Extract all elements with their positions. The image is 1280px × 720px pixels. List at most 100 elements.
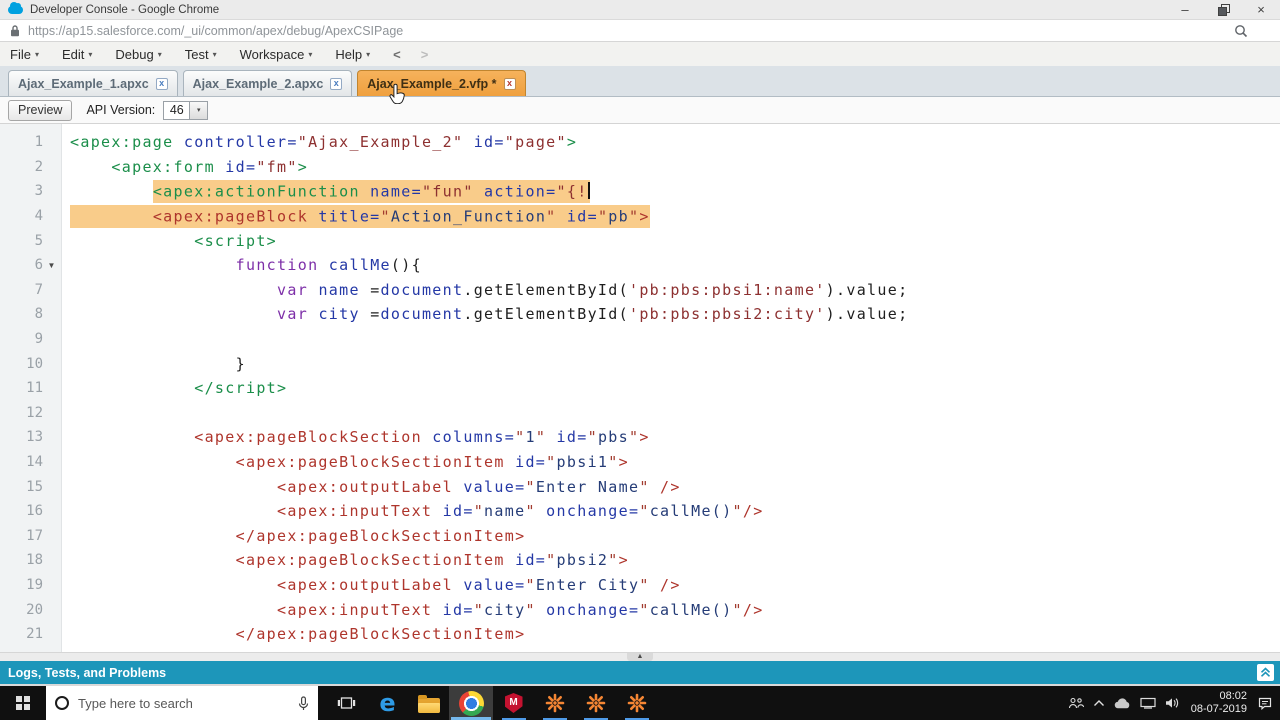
code-token: "	[473, 600, 485, 619]
code-token: document	[380, 280, 464, 299]
code-line[interactable]: 17 </apex:pageBlockSectionItem>	[0, 524, 1280, 549]
code-line[interactable]: 6 ▼ function callMe(){	[0, 253, 1280, 278]
file-explorer-button[interactable]	[408, 686, 449, 720]
microphone-icon[interactable]	[298, 695, 309, 711]
code-text: var name =document.getElementById('pb:pb…	[70, 281, 908, 299]
line-number: 20	[26, 601, 43, 618]
code-text: <apex:form id="fm">	[70, 158, 308, 176]
app-orange-1-button[interactable]	[534, 686, 575, 720]
code-token: <apex:actionFunction	[152, 182, 360, 201]
code-token: >	[639, 207, 650, 226]
search-input[interactable]	[78, 695, 289, 711]
tab-close-icon[interactable]: x	[503, 77, 516, 90]
code-line[interactable]: 5 <script>	[0, 228, 1280, 253]
code-line[interactable]: 8 var city =document.getElementById('pb:…	[0, 302, 1280, 327]
code-token: />	[742, 502, 764, 521]
code-token: "	[525, 600, 536, 619]
splitter-handle-icon[interactable]: ▲	[627, 653, 653, 661]
menu-file[interactable]: File ▾	[10, 47, 39, 62]
menu-help[interactable]: Help ▾	[335, 47, 370, 62]
code-line[interactable]: 15 <apex:outputLabel value="Enter Name" …	[0, 474, 1280, 499]
menu-label: File	[10, 46, 31, 62]
lock-icon[interactable]	[10, 24, 20, 37]
menu-debug[interactable]: Debug ▾	[115, 47, 161, 62]
api-version-select[interactable]: 46 ▾	[163, 100, 209, 120]
menu-test[interactable]: Test ▾	[185, 47, 217, 62]
menu-workspace[interactable]: Workspace ▾	[240, 47, 313, 62]
menu-label: Edit	[61, 46, 85, 62]
code-token: "	[639, 477, 650, 496]
code-line[interactable]: 10 }	[0, 351, 1280, 376]
tab-ajax-example-2-apxc[interactable]: Ajax_Example_2.apxc x	[182, 70, 353, 96]
code-token: city	[484, 600, 526, 619]
tray-chevron-up-icon[interactable]	[1093, 699, 1105, 707]
chevron-down-icon[interactable]: ▾	[190, 100, 209, 120]
code-text: <script>	[70, 232, 277, 250]
code-token: <apex:pageBlockSectionItem	[235, 453, 505, 472]
speaker-icon[interactable]	[1165, 697, 1180, 709]
code-token: "	[525, 477, 536, 496]
code-line[interactable]: 20 <apex:inputText id="city" onchange="c…	[0, 597, 1280, 622]
app-orange-3-button[interactable]	[616, 686, 657, 720]
taskbar-clock[interactable]: 08:02 08-07-2019	[1191, 690, 1247, 716]
tab-ajax-example-1-apxc[interactable]: Ajax_Example_1.apxc x	[8, 70, 178, 96]
code-text: <apex:page controller="Ajax_Example_2" i…	[70, 133, 577, 151]
menu-edit[interactable]: Edit ▾	[62, 47, 92, 62]
code-line[interactable]: 1 <apex:page controller="Ajax_Example_2" …	[0, 130, 1280, 155]
code-line[interactable]: 12	[0, 401, 1280, 426]
nav-back-button[interactable]: <	[393, 47, 401, 62]
code-editor[interactable]: 1 <apex:page controller="Ajax_Example_2" …	[0, 124, 1280, 652]
edge-button[interactable]: e	[367, 686, 408, 720]
code-token: ).value;	[825, 305, 909, 324]
tab-ajax-example-2-vfp[interactable]: Ajax_Example_2.vfp * x	[357, 70, 526, 96]
start-button[interactable]	[0, 686, 46, 720]
preview-button[interactable]: Preview	[8, 99, 73, 121]
code-line[interactable]: 14 <apex:pageBlockSectionItem id="pbsi1"…	[0, 450, 1280, 475]
minimize-button[interactable]: –	[1166, 0, 1204, 19]
taskbar-search[interactable]	[46, 686, 318, 720]
restore-button[interactable]	[1204, 0, 1242, 19]
task-view-button[interactable]	[326, 686, 367, 720]
code-line[interactable]: 18 <apex:pageBlockSectionItem id="pbsi2"…	[0, 548, 1280, 573]
tab-close-icon[interactable]: x	[330, 77, 343, 90]
app-orange-2-button[interactable]	[575, 686, 616, 720]
window-title: Developer Console - Google Chrome	[30, 3, 220, 16]
code-token: controller=	[173, 133, 298, 152]
close-button[interactable]: ×	[1242, 0, 1280, 19]
action-center-icon[interactable]	[1258, 697, 1272, 710]
code-line[interactable]: 7 var name =document.getElementById('pb:…	[0, 278, 1280, 303]
tab-close-icon[interactable]: x	[155, 77, 168, 90]
code-line[interactable]: 16 <apex:inputText id="name" onchange="c…	[0, 499, 1280, 524]
code-line[interactable]: 4 <apex:pageBlock title="Action_Function…	[0, 204, 1280, 229]
code-token: "	[525, 502, 536, 521]
code-line[interactable]: 9	[0, 327, 1280, 352]
expand-panel-button[interactable]	[1257, 664, 1274, 681]
onedrive-icon[interactable]	[1114, 697, 1131, 709]
nav-forward-button[interactable]: >	[421, 47, 429, 62]
code-line[interactable]: 13 <apex:pageBlockSection columns="1" id…	[0, 425, 1280, 450]
code-token: name	[484, 502, 526, 521]
logs-panel-bar[interactable]: Logs, Tests, and Problems	[0, 661, 1280, 684]
code-line[interactable]: 21 </apex:pageBlockSectionItem>	[0, 622, 1280, 647]
code-line[interactable]: 19 <apex:outputLabel value="Enter City" …	[0, 573, 1280, 598]
code-line[interactable]: 11 </script>	[0, 376, 1280, 401]
fold-arrow-icon[interactable]: ▼	[43, 261, 60, 270]
caret-down-icon: ▾	[34, 49, 39, 59]
code-line[interactable]: 3 <apex:actionFunction name="fun" action…	[0, 179, 1280, 204]
line-number: 16	[26, 503, 43, 520]
line-number-gutter: 1	[0, 134, 62, 150]
mcafee-button[interactable]: M	[493, 686, 534, 720]
people-icon[interactable]	[1068, 697, 1084, 709]
code-token: <apex:pageBlockSectionItem	[235, 551, 505, 570]
code-token: "	[587, 428, 598, 447]
chrome-button[interactable]	[449, 686, 493, 720]
zoom-page-icon[interactable]	[1234, 24, 1248, 38]
code-token: pbsi2	[556, 551, 609, 570]
menu-bar: File ▾ Edit ▾ Debug ▾ Test ▾ Workspace ▾ Help ▾ < >	[0, 42, 1280, 66]
code-line[interactable]: 2 <apex:form id="fm">	[0, 155, 1280, 180]
panel-splitter[interactable]: ▲	[0, 652, 1280, 661]
network-icon[interactable]	[1140, 697, 1156, 709]
caret-down-icon: ▾	[88, 49, 93, 59]
code-token: .getElementById(	[463, 305, 629, 324]
